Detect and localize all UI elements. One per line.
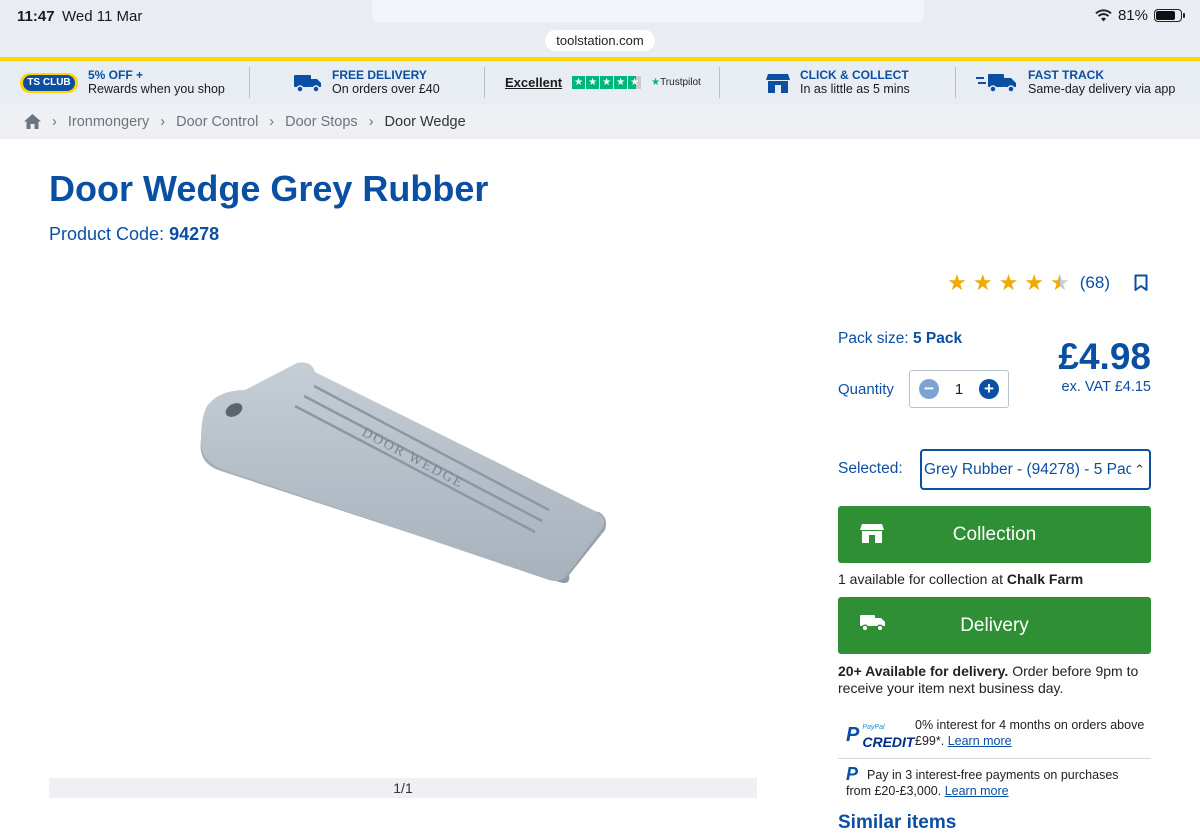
status-bar: 11:47 Wed 11 Mar 81% toolstation.com	[0, 0, 1200, 60]
price-ex-vat: ex. VAT £4.15	[1061, 379, 1151, 395]
trustpilot-stars-icon: ★ ★ ★ ★ ★	[572, 76, 642, 89]
quantity-label: Quantity	[838, 381, 894, 398]
star-icon: ★	[972, 270, 993, 295]
chevron-right-icon: ›	[160, 113, 166, 130]
product-code-label: Product Code:	[49, 224, 165, 244]
star-icon: ★	[1024, 270, 1045, 295]
home-icon[interactable]	[24, 114, 41, 129]
usp-title: FAST TRACK	[1028, 68, 1104, 82]
delivery-truck-icon	[860, 615, 885, 632]
product-code-value: 94278	[169, 224, 220, 244]
review-count[interactable]: (68)	[1080, 273, 1110, 293]
collection-store[interactable]: Chalk Farm	[1007, 571, 1083, 587]
product-price: £4.98	[1058, 336, 1151, 377]
pack-size-label: Pack size:	[838, 330, 909, 347]
star-icon: ★	[998, 270, 1019, 295]
breadcrumb-item[interactable]: Door Control	[176, 114, 258, 130]
ts-club-logo: TS CLUB	[20, 72, 78, 93]
selected-label: Selected:	[838, 460, 903, 477]
usp-trustpilot[interactable]: Excellent ★ ★ ★ ★ ★ ★Trustpilot	[485, 67, 720, 98]
collection-label: Collection	[952, 523, 1037, 545]
delivery-button[interactable]: Delivery	[838, 597, 1151, 654]
collection-availability: 1 available for collection at Chalk Farm	[838, 571, 1084, 587]
battery-icon	[1154, 9, 1185, 22]
paypal-credit-logo: P PayPal CREDIT	[846, 723, 915, 750]
store-icon	[766, 73, 790, 93]
collection-button[interactable]: Collection	[838, 506, 1151, 563]
star-icon: ★	[947, 270, 967, 295]
quantity-stepper: − 1 +	[909, 370, 1009, 408]
similar-items-heading: Similar items	[838, 812, 957, 833]
usp-title: 5% OFF +	[88, 68, 144, 82]
usp-click-collect[interactable]: CLICK & COLLECT In as little as 5 mins	[720, 67, 956, 98]
paypal-credit-text: 0% interest for 4 months on orders above…	[915, 718, 1145, 748]
delivery-truck-icon	[294, 74, 321, 93]
wifi-icon	[1095, 9, 1112, 22]
paypal-pay3-banner: P Pay in 3 interest-free payments on pur…	[838, 760, 1151, 806]
url-bar[interactable]: toolstation.com	[545, 30, 655, 51]
usp-title: CLICK & COLLECT	[800, 68, 909, 82]
usp-subtitle: On orders over £40	[332, 82, 440, 96]
variant-select[interactable]: Grey Rubber - (94278) - 5 Pack ⌃	[920, 449, 1151, 490]
usp-subtitle: In as little as 5 mins	[800, 82, 910, 96]
status-date: Wed 11 Mar	[62, 8, 143, 25]
paypal-credit-learn-more-link[interactable]: Learn more	[948, 734, 1012, 748]
browser-search-field	[372, 0, 924, 22]
delivery-availability: 20+ Available for delivery. Order before…	[838, 663, 1139, 696]
usp-fast-track[interactable]: FAST TRACK Same-day delivery via app	[956, 67, 1200, 98]
trustpilot-rating-text: Excellent	[505, 75, 563, 90]
select-arrows-icon: ⌃	[1131, 451, 1145, 488]
product-rating[interactable]: ★ ★ ★ ★ ★ (68)	[947, 272, 1148, 294]
status-right: 81%	[1095, 7, 1185, 24]
usp-free-delivery[interactable]: FREE DELIVERY On orders over £40	[250, 67, 485, 98]
door-wedge-image: DOOR WEDGE	[200, 362, 607, 584]
quantity-value[interactable]: 1	[955, 381, 963, 398]
trustpilot-logo: ★Trustpilot	[651, 77, 701, 88]
store-icon	[860, 524, 884, 543]
breadcrumb-item[interactable]: Door Stops	[285, 114, 358, 130]
chevron-right-icon: ›	[52, 113, 57, 130]
pack-size-value: 5 Pack	[912, 330, 963, 347]
image-counter: 1/1	[49, 778, 757, 798]
chevron-right-icon: ›	[368, 113, 374, 130]
usp-bar: TS CLUB 5% OFF + Rewards when you shop F…	[0, 61, 1200, 104]
usp-subtitle: Same-day delivery via app	[1028, 82, 1176, 96]
quantity-decrease-button[interactable]: −	[919, 379, 939, 399]
usp-ts-club[interactable]: TS CLUB 5% OFF + Rewards when you shop	[0, 67, 250, 98]
product-image[interactable]: DOOR WEDGE	[49, 290, 757, 760]
paypal-credit-banner: P PayPal CREDIT 0% interest for 4 months …	[838, 711, 1151, 759]
breadcrumb: › Ironmongery › Door Control › Door Stop…	[0, 104, 1200, 139]
usp-subtitle: Rewards when you shop	[88, 82, 225, 96]
pack-size: Pack size: 5 Pack	[838, 330, 962, 348]
bookmark-icon[interactable]	[1134, 274, 1148, 292]
product-code: Product Code: 94278	[49, 224, 219, 245]
breadcrumb-current: Door Wedge	[384, 113, 466, 130]
variant-select-value: Grey Rubber - (94278) - 5 Pack	[924, 461, 1142, 478]
battery-percent: 81%	[1117, 7, 1148, 24]
fast-truck-icon	[976, 73, 1016, 93]
quantity-increase-button[interactable]: +	[979, 379, 999, 399]
product-title: Door Wedge Grey Rubber	[49, 168, 489, 209]
status-time: 11:47	[17, 8, 55, 25]
star-half-icon: ★	[1050, 270, 1070, 295]
paypal-pay3-text: Pay in 3 interest-free payments on purch…	[846, 768, 1119, 798]
usp-title: FREE DELIVERY	[332, 68, 427, 82]
chevron-right-icon: ›	[269, 113, 275, 130]
breadcrumb-item[interactable]: Ironmongery	[68, 114, 149, 130]
paypal-pay3-learn-more-link[interactable]: Learn more	[945, 784, 1009, 798]
